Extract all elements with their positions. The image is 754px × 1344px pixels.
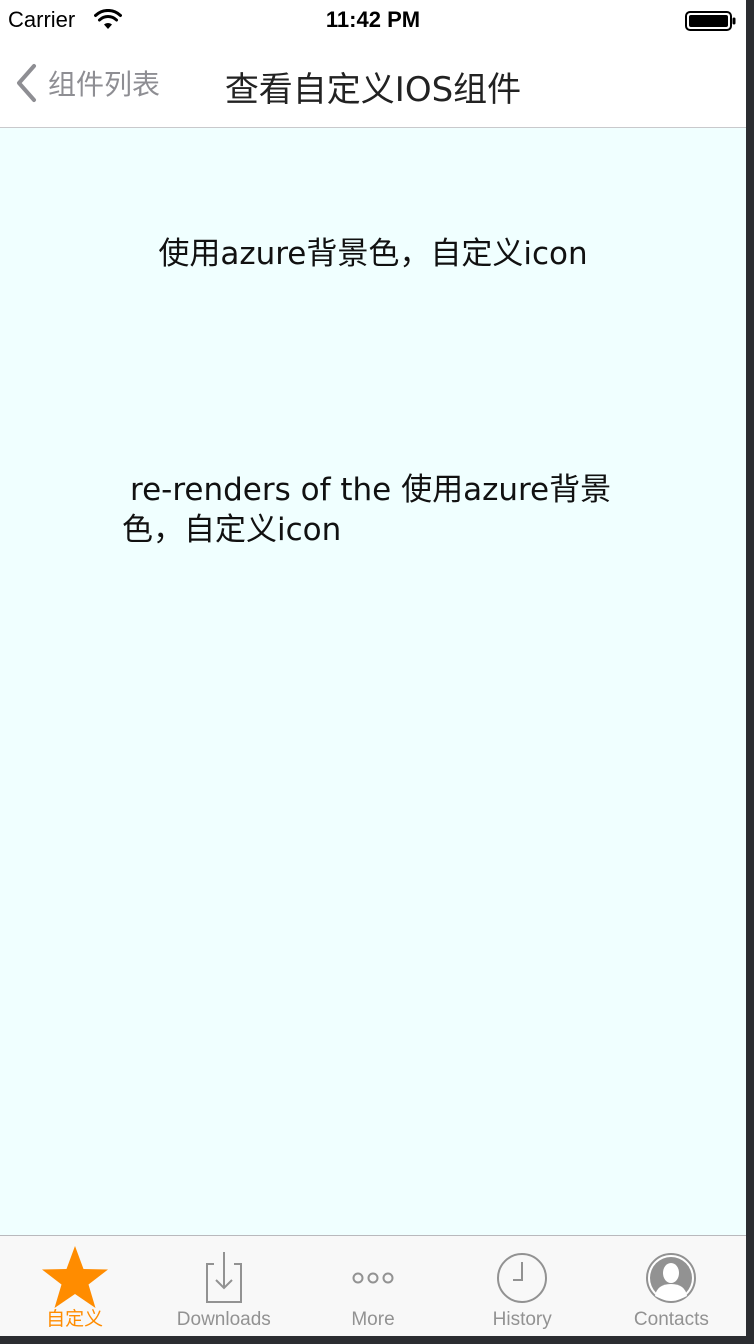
tab-bar: 自定义 Downloads More History Contacts (0, 1235, 746, 1336)
desktop-background-strip (746, 0, 754, 1344)
page-title: 查看自定义IOS组件 (224, 70, 522, 110)
navigation-bar: 组件列表 查看自定义IOS组件 (0, 40, 746, 128)
content-text-primary: 使用azure背景色，自定义icon (158, 236, 588, 272)
contacts-icon (646, 1253, 697, 1303)
tab-contacts[interactable]: Contacts (597, 1236, 746, 1336)
tab-history[interactable]: History (448, 1236, 597, 1336)
battery-icon (685, 11, 736, 31)
tab-custom[interactable]: 自定义 (0, 1236, 149, 1336)
content-area: 使用azure背景色，自定义icon re-renders of the 使用a… (0, 128, 746, 1235)
tab-label: Downloads (176, 1309, 271, 1330)
download-icon (205, 1252, 242, 1303)
tab-more[interactable]: More (298, 1236, 447, 1336)
more-icon (352, 1272, 394, 1284)
desktop-background-strip-bottom (0, 1336, 754, 1344)
tab-label: History (492, 1309, 552, 1330)
content-text-secondary: re-renders of the 使用azure背景色，自定义icon (122, 472, 612, 548)
app-screen: Carrier 11:42 PM 组件列表 查看自定义IOS组件 使用azure… (0, 0, 746, 1336)
tab-downloads[interactable]: Downloads (149, 1236, 298, 1336)
history-icon (497, 1253, 548, 1303)
tab-label: 自定义 (46, 1308, 104, 1330)
status-bar: Carrier 11:42 PM (0, 0, 746, 40)
tab-label: More (351, 1309, 395, 1330)
tab-label: Contacts (633, 1309, 709, 1330)
status-time: 11:42 PM (325, 7, 421, 32)
